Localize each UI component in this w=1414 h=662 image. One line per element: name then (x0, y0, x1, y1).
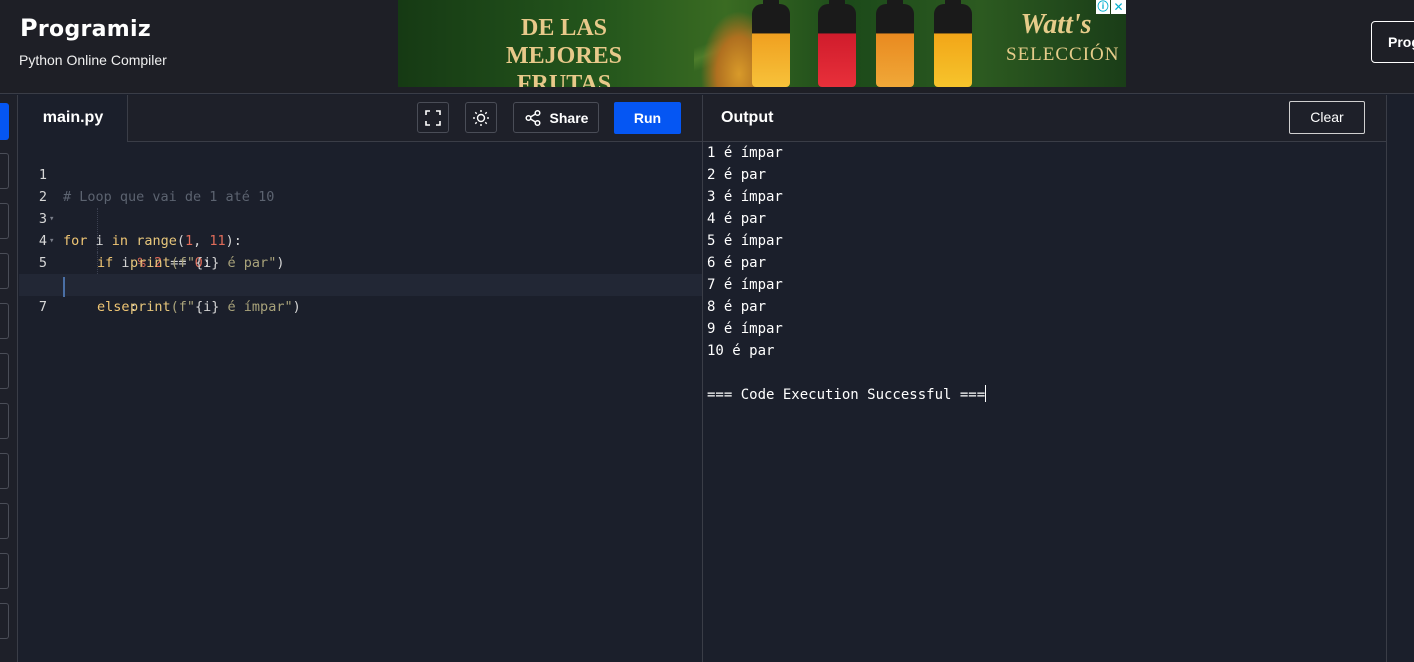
ad-brand-name: Watt's (1020, 9, 1092, 40)
top-cta-button[interactable]: Prog (1371, 21, 1414, 63)
sidebar-item[interactable] (0, 353, 9, 389)
output-line: 1 é ímpar (707, 145, 783, 161)
code-line-active: 7 (19, 274, 702, 315)
text-cursor (63, 277, 65, 297)
ad-brand-line: SELECCIÓN (1006, 44, 1120, 65)
bottle-image (876, 0, 914, 87)
output-title: Output (721, 109, 774, 126)
sidebar-item[interactable] (0, 553, 9, 589)
ad-banner[interactable]: DE LAS MEJORES FRUTAS Watt's SELECCIÓN ⓘ… (398, 0, 1126, 87)
ad-headline: DE LAS MEJORES FRUTAS (464, 14, 664, 87)
fullscreen-icon (425, 109, 441, 126)
code-line: 1 # Loop que vai de 1 até 10 (19, 142, 702, 205)
code-line: 3 ▾ if i % 2 == 0: (19, 186, 702, 271)
execution-status: === Code Execution Successful === (707, 387, 986, 403)
line-number: 7 (38, 299, 47, 315)
output-toolbar: Output Clear (702, 95, 1386, 142)
clear-button[interactable]: Clear (1289, 101, 1365, 134)
sidebar-item[interactable] (0, 153, 9, 189)
tab-main-py[interactable]: main.py (19, 95, 128, 142)
sidebar-item[interactable] (0, 603, 9, 639)
theme-toggle-button[interactable] (465, 102, 497, 133)
logo-mark: P (20, 14, 38, 42)
sidebar-item[interactable] (0, 303, 9, 339)
output-line: 7 é ímpar (707, 277, 783, 293)
output-line: 4 é par (707, 211, 767, 227)
sidebar-item[interactable] (0, 453, 9, 489)
share-icon (524, 109, 541, 126)
sun-icon (473, 109, 489, 126)
programiz-logo[interactable]: Programiz (20, 14, 151, 42)
output-line: 10 é par (707, 343, 775, 359)
output-line: 5 é ímpar (707, 233, 783, 249)
ad-headline-line1: DE LAS MEJORES (505, 15, 622, 69)
fullscreen-button[interactable] (417, 102, 449, 133)
output-line: 2 é par (707, 167, 767, 183)
bottle-image (752, 0, 790, 87)
share-button[interactable]: Share (513, 102, 599, 133)
ad-headline-line2: FRUTAS (516, 71, 612, 87)
output-line: 8 é par (707, 299, 767, 315)
sidebar-item-python[interactable] (0, 103, 9, 140)
output-line: 3 é ímpar (707, 189, 783, 205)
run-button[interactable]: Run (614, 102, 681, 134)
ad-info-icon[interactable]: ⓘ (1096, 0, 1110, 14)
output-line: 6 é par (707, 255, 767, 271)
sidebar-item[interactable] (0, 253, 9, 289)
console-cursor (985, 385, 987, 402)
sidebar-item[interactable] (0, 503, 9, 539)
ad-close-icon[interactable]: ✕ (1111, 0, 1126, 14)
sidebar-item[interactable] (0, 203, 9, 239)
share-label: Share (549, 109, 589, 126)
page-subtitle: Python Online Compiler (19, 52, 167, 68)
right-gutter (1386, 95, 1414, 662)
bottle-image (818, 0, 856, 87)
code-line: 4 print(f"{i} é par") (19, 208, 702, 271)
code-line: 2 ▾ for i in range(1, 11): (19, 164, 702, 249)
editor-toolbar: main.py Share Run (19, 95, 702, 142)
output-console[interactable]: 1 é ímpar 2 é par 3 é ímpar 4 é par 5 é … (702, 142, 1386, 662)
logo-text: rogramiz (37, 17, 151, 42)
code-line: 5 ▾ else: (19, 230, 702, 315)
code-line: 6 print(f"{i} é ímpar") (19, 252, 702, 315)
top-bar: Programiz Python Online Compiler DE LAS … (0, 0, 1414, 94)
output-status-line: === Code Execution Successful === (707, 384, 1386, 406)
output-line: 9 é ímpar (707, 321, 783, 337)
ad-brand-logo: Watt's SELECCIÓN (1006, 9, 1120, 66)
bottle-image (934, 0, 972, 87)
code-editor[interactable]: 1 # Loop que vai de 1 até 10 2 ▾ for i i… (19, 142, 702, 662)
sidebar-item[interactable] (0, 403, 9, 439)
code-text: print(f"{i} é ímpar") (130, 299, 301, 315)
